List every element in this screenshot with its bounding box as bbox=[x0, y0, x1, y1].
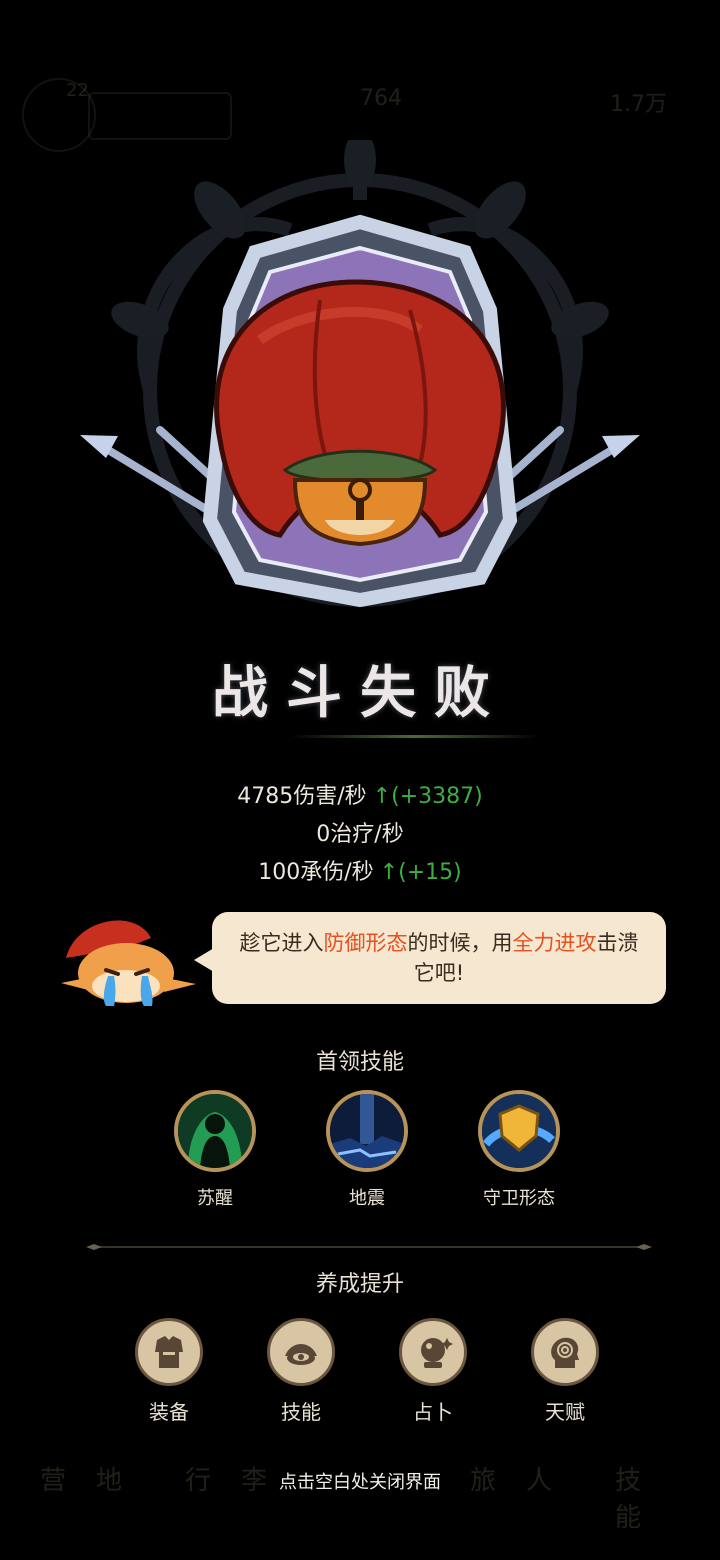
boss-skill-guard-form-label: 守卫形态 bbox=[483, 1188, 555, 1209]
boss-skills-title: 首领技能 bbox=[315, 1050, 404, 1075]
growth-title: 养成提升 bbox=[315, 1272, 404, 1297]
player-level-bg: 22 bbox=[66, 80, 89, 101]
growth-skill-label: 技能 bbox=[281, 1400, 321, 1424]
crying-fox-avatar bbox=[61, 920, 196, 1006]
close-hint-text: 点击空白处关闭界面 bbox=[279, 1472, 441, 1493]
growth-talent[interactable]: 天赋 bbox=[515, 1318, 615, 1425]
hint-text-1: 趁它进入 bbox=[239, 931, 324, 955]
boss-skill-awaken-label: 苏醒 bbox=[197, 1188, 233, 1209]
talent-head-icon[interactable] bbox=[531, 1318, 599, 1386]
armor-icon[interactable] bbox=[135, 1318, 203, 1386]
hint-text-2: 的时候，用 bbox=[407, 931, 513, 955]
resource-counter-bg: 764 bbox=[360, 86, 402, 111]
defeat-crest-emblem bbox=[80, 140, 640, 608]
hint-bubble-tail bbox=[194, 948, 214, 972]
earthquake-icon[interactable] bbox=[326, 1090, 408, 1172]
boss-skill-guard-form[interactable]: 守卫形态 bbox=[469, 1090, 569, 1210]
battle-result-screen[interactable]: 22 764 1.7万 营地 行李 旅人 技能 战斗失败 4785伤害/秒 ↑(… bbox=[0, 0, 720, 1560]
awaken-icon[interactable] bbox=[174, 1090, 256, 1172]
section-divider bbox=[86, 1244, 652, 1250]
stat-tank-change: ↑(+15) bbox=[379, 860, 462, 885]
growth-talent-label: 天赋 bbox=[545, 1400, 585, 1424]
stat-dps-change: ↑(+3387) bbox=[372, 784, 483, 809]
stat-tank: 100承伤/秒 ↑(+15) bbox=[0, 854, 720, 892]
growth-divination-label: 占卜 bbox=[413, 1400, 453, 1424]
resource-counter-2-bg: 1.7万 bbox=[610, 92, 667, 117]
battle-stats: 4785伤害/秒 ↑(+3387) 0治疗/秒 100承伤/秒 ↑(+15) bbox=[0, 778, 720, 892]
boss-skill-earthquake-label: 地震 bbox=[349, 1188, 385, 1209]
hint-bubble: 趁它进入防御形态的时候，用全力进攻击溃它吧! bbox=[212, 912, 666, 1004]
stat-dps: 4785伤害/秒 ↑(+3387) bbox=[0, 778, 720, 816]
title-underline bbox=[290, 735, 540, 738]
hint-highlight-attack: 全力进攻 bbox=[512, 931, 597, 955]
crystal-ball-icon[interactable] bbox=[399, 1318, 467, 1386]
growth-equipment-label: 装备 bbox=[149, 1400, 189, 1424]
stat-tank-value: 100承伤/秒 bbox=[258, 860, 374, 885]
stat-hps: 0治疗/秒 bbox=[0, 816, 720, 854]
growth-equipment[interactable]: 装备 bbox=[119, 1318, 219, 1425]
guard-form-icon[interactable] bbox=[478, 1090, 560, 1172]
stat-hps-value: 0治疗/秒 bbox=[316, 822, 404, 847]
growth-skill[interactable]: 技能 bbox=[251, 1318, 351, 1425]
growth-divination[interactable]: 占卜 bbox=[383, 1318, 483, 1425]
hint-highlight-defense: 防御形态 bbox=[323, 931, 408, 955]
stat-dps-value: 4785伤害/秒 bbox=[237, 784, 367, 809]
boss-skill-earthquake[interactable]: 地震 bbox=[317, 1090, 417, 1210]
battle-failed-title: 战斗失败 bbox=[212, 661, 508, 726]
boss-skill-awaken[interactable]: 苏醒 bbox=[165, 1090, 265, 1210]
eye-helmet-icon[interactable] bbox=[267, 1318, 335, 1386]
player-name-box-bg bbox=[88, 92, 232, 140]
